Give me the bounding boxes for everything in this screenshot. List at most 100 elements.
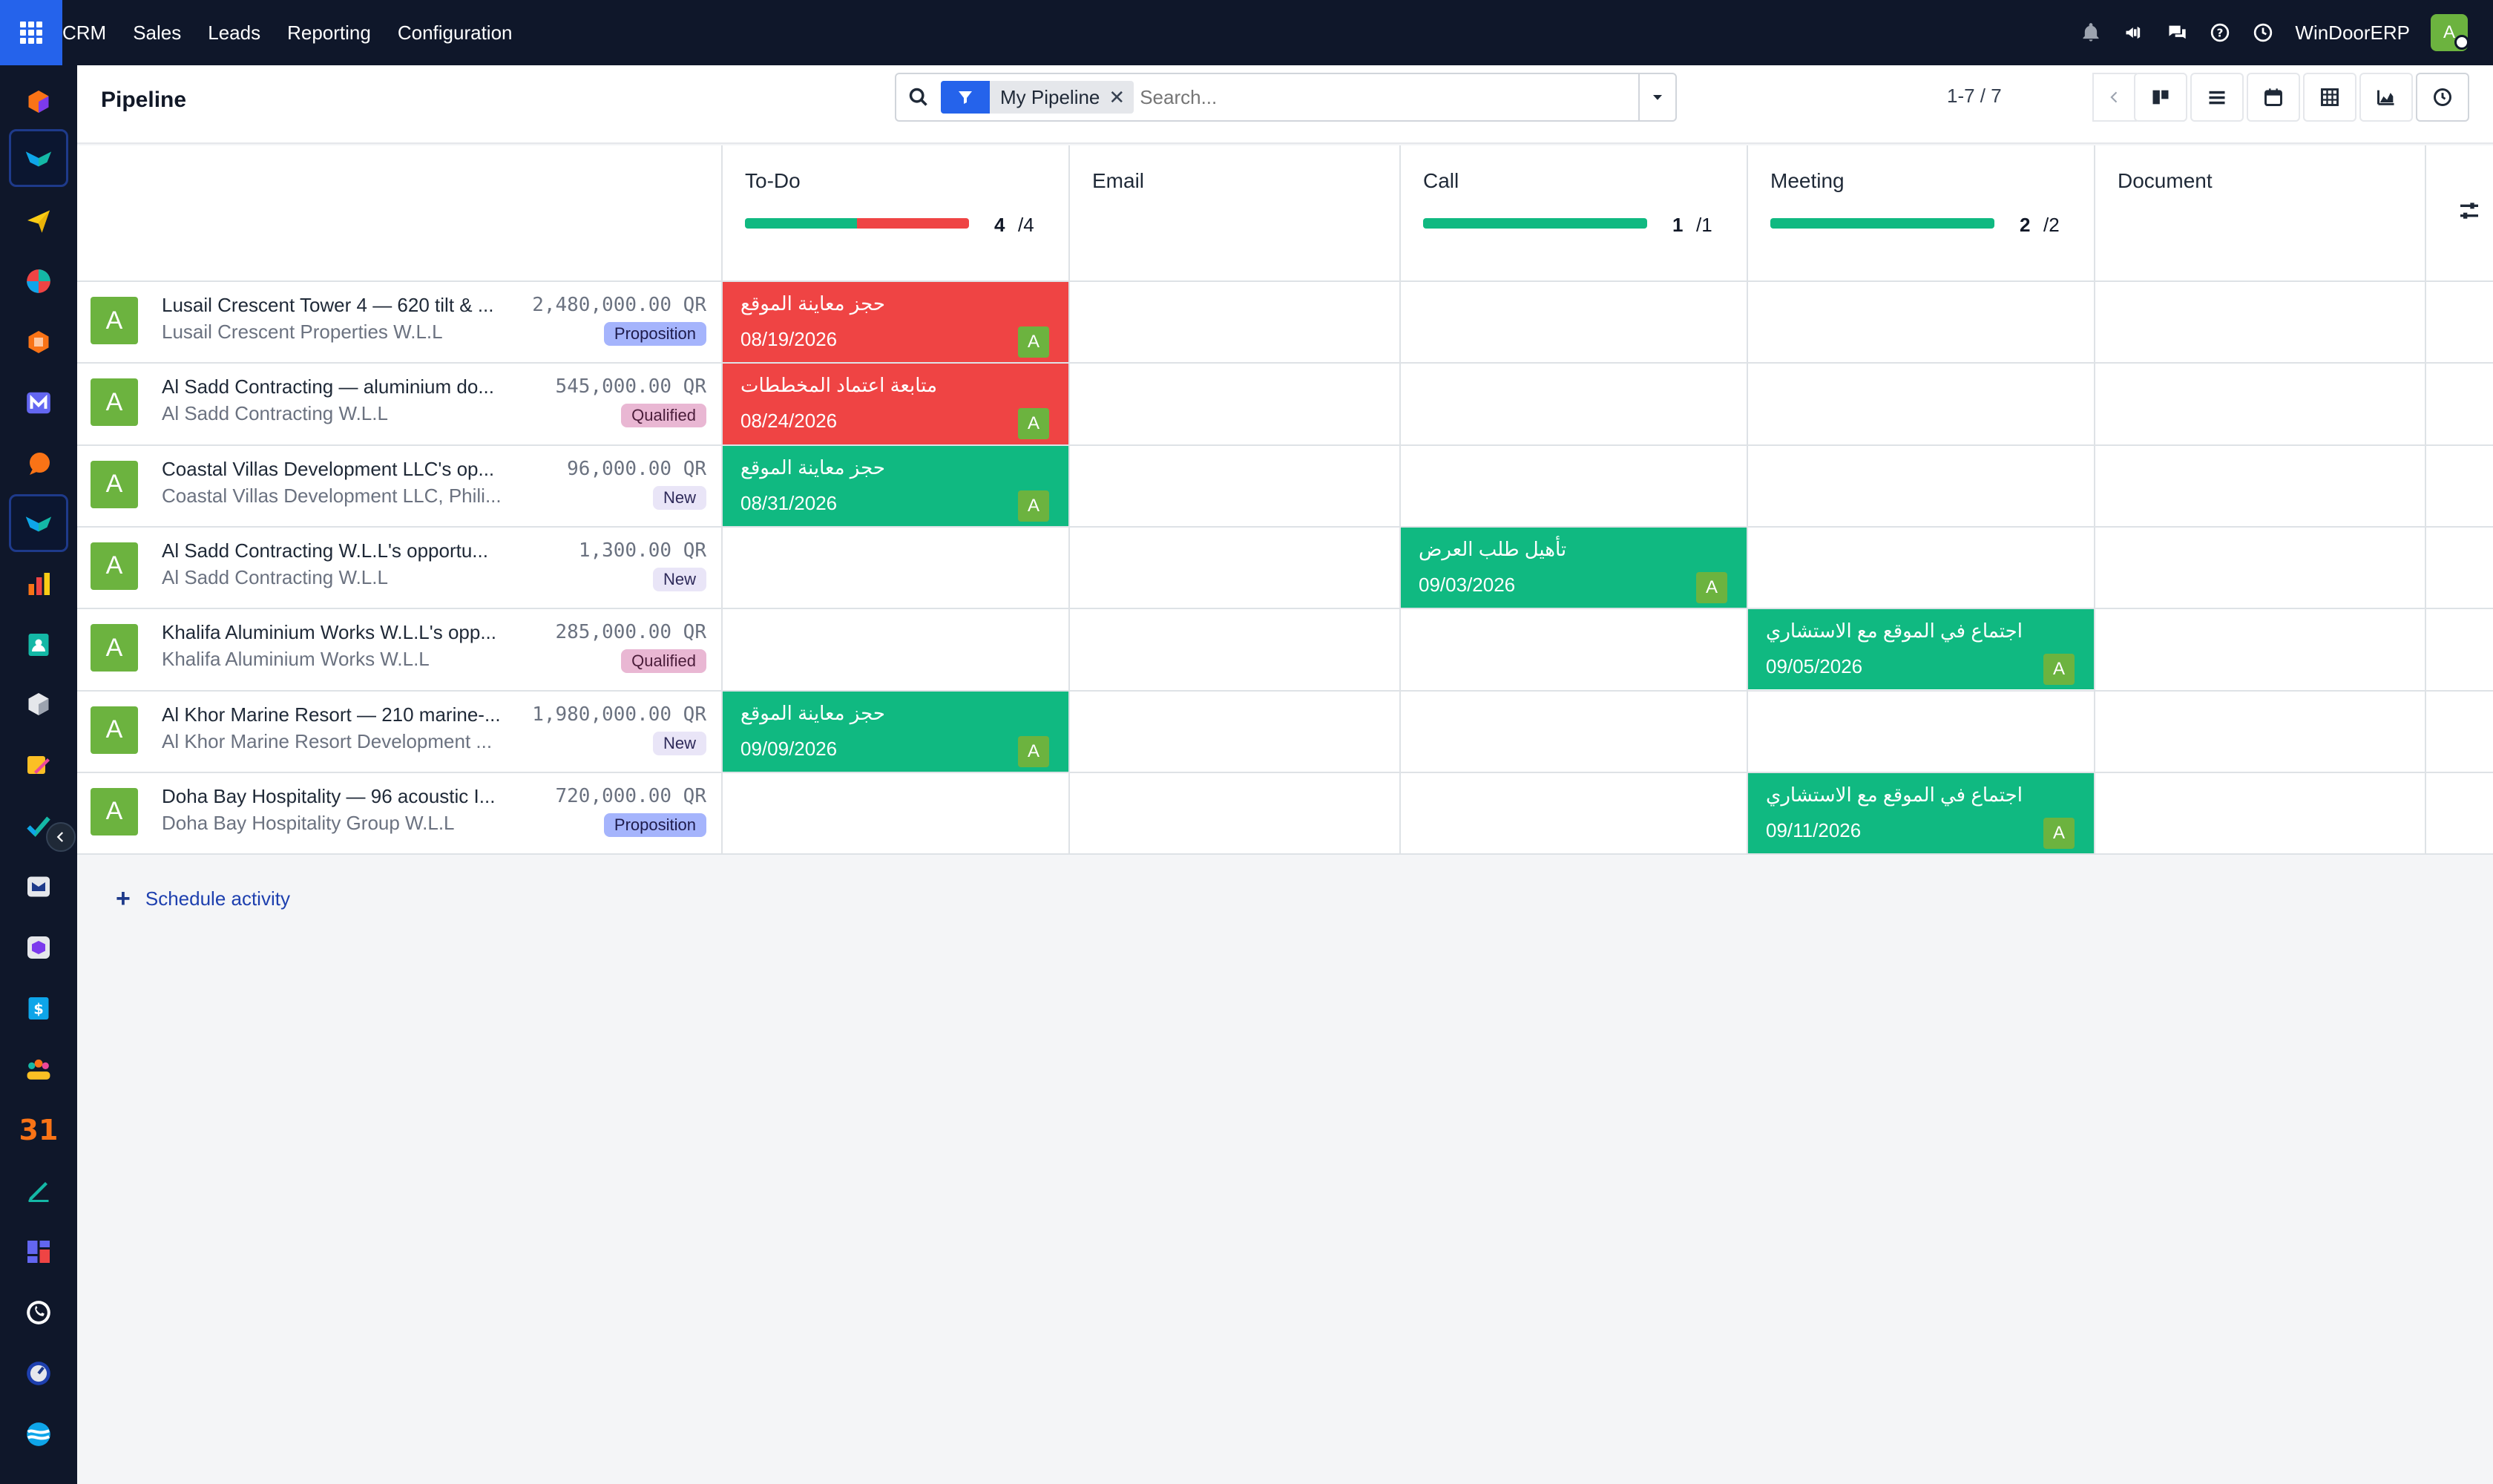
sidebar-app-pie[interactable]: [9, 252, 68, 310]
sidebar-app-sign[interactable]: [9, 736, 68, 794]
column-header-meeting[interactable]: Meeting: [1770, 169, 1845, 193]
lead-name[interactable]: Al Khor Marine Resort — 210 marine-...: [162, 703, 518, 726]
lead-name[interactable]: Al Sadd Contracting — aluminium do...: [162, 375, 518, 398]
grid-icon: [20, 22, 42, 44]
menu-reporting[interactable]: Reporting: [274, 0, 384, 65]
activity-cell-planned[interactable]: حجز معاينة الموقع 09/09/2026 A: [723, 691, 1068, 772]
activity-assignee-avatar: A: [2043, 654, 2075, 686]
sidebar-app-crm-2[interactable]: [9, 494, 68, 552]
contacts-icon: [28, 634, 49, 656]
sidebar-app-inventory[interactable]: [9, 919, 68, 976]
activity-cell-overdue[interactable]: متابعة اعتماد المخططات 08/24/2026 A: [723, 364, 1068, 444]
activity-cell-planned[interactable]: اجتماع في الموقع مع الاستشاري 09/05/2026 A: [1748, 609, 2094, 690]
lead-row[interactable]: A Khalifa Aluminium Works W.L.L's opp... K…: [77, 609, 720, 689]
menu-sales[interactable]: Sales: [119, 0, 194, 65]
help-icon[interactable]: ?: [2209, 22, 2231, 44]
sidebar-app-mail[interactable]: [9, 374, 68, 432]
user-avatar[interactable]: A: [2431, 14, 2469, 51]
menu-configuration[interactable]: Configuration: [384, 0, 526, 65]
lead-avatar: A: [91, 542, 138, 590]
lead-partner: Khalifa Aluminium Works W.L.L: [162, 648, 430, 671]
sidebar-app-chart[interactable]: [9, 555, 68, 613]
chat-icon[interactable]: [2166, 22, 2188, 44]
sidebar-app-crm[interactable]: [9, 129, 68, 187]
lead-row[interactable]: A Doha Bay Hospitality — 96 acoustic I...…: [77, 773, 720, 853]
activity-view-button[interactable]: [2416, 73, 2469, 122]
remove-filter-icon[interactable]: ✕: [1108, 86, 1134, 109]
menu-leads[interactable]: Leads: [194, 0, 274, 65]
activity-cell-overdue[interactable]: حجز معاينة الموقع 08/19/2026 A: [723, 282, 1068, 363]
column-header-to-do[interactable]: To-Do: [745, 169, 801, 193]
kanban-view-button[interactable]: [2134, 73, 2187, 122]
area-chart-icon: [2377, 90, 2394, 105]
sidebar-app-calendar[interactable]: 31: [9, 1101, 68, 1159]
sidebar-app-invoice[interactable]: $: [9, 979, 68, 1037]
pager-previous-button[interactable]: [2092, 73, 2137, 122]
lead-partner: Coastal Villas Development LLC, Phili...: [162, 484, 502, 507]
clock-icon[interactable]: [2252, 22, 2274, 44]
pager-value[interactable]: 1-7 / 7: [1947, 85, 2002, 108]
lead-expected-revenue: 720,000.00 QR: [555, 784, 707, 807]
lead-name[interactable]: Doha Bay Hospitality — 96 acoustic I...: [162, 785, 518, 808]
app-menu-button[interactable]: [0, 0, 62, 65]
sidebar-app-dashboard[interactable]: [9, 1223, 68, 1281]
sidebar-app-compass[interactable]: [9, 1345, 68, 1402]
sidebar-app-whatsapp[interactable]: [9, 1284, 68, 1342]
sidebar-app-knowledge[interactable]: [9, 858, 68, 916]
column-divider: [1068, 145, 1070, 854]
activity-cell-planned[interactable]: تأهيل طلب العرض 09/03/2026 A: [1401, 527, 1747, 608]
lead-name[interactable]: Lusail Crescent Tower 4 — 620 tilt & ...: [162, 294, 518, 317]
search-icon[interactable]: [896, 74, 941, 120]
search-input[interactable]: [1140, 79, 1638, 116]
activity-summary: اجتماع في الموقع مع الاستشاري: [1766, 783, 2023, 806]
settings-sliders-icon[interactable]: [2456, 197, 2483, 224]
lead-expected-revenue: 1,300.00 QR: [578, 539, 706, 562]
column-header-email[interactable]: Email: [1092, 169, 1144, 193]
activity-assignee-avatar: A: [1018, 735, 1049, 767]
lead-row[interactable]: A Al Khor Marine Resort — 210 marine-... A…: [77, 692, 720, 772]
filter-facet[interactable]: My Pipeline ✕: [941, 81, 1134, 114]
activity-summary: اجتماع في الموقع مع الاستشاري: [1766, 620, 2023, 643]
sidebar-app-send[interactable]: [9, 191, 68, 249]
activity-deadline: 09/11/2026: [1766, 818, 1862, 841]
calendar-view-button[interactable]: [2247, 73, 2300, 122]
activity-progress-bar[interactable]: [745, 218, 969, 229]
paper-plane-icon: [27, 210, 50, 233]
search-options-toggle[interactable]: [1638, 74, 1675, 120]
lead-name[interactable]: Khalifa Aluminium Works W.L.L's opp...: [162, 621, 518, 644]
sidebar-app-contacts[interactable]: [9, 616, 68, 674]
sidebar-app-team[interactable]: [9, 1040, 68, 1098]
pivot-view-button[interactable]: [2303, 73, 2356, 122]
column-header-call[interactable]: Call: [1423, 169, 1459, 193]
lead-name[interactable]: Al Sadd Contracting W.L.L's opportu...: [162, 539, 518, 562]
lead-name[interactable]: Coastal Villas Development LLC's op...: [162, 458, 518, 481]
bell-icon[interactable]: [2080, 22, 2102, 44]
column-header-document[interactable]: Document: [2118, 169, 2213, 193]
lead-row[interactable]: A Al Sadd Contracting — aluminium do... Al…: [77, 364, 720, 444]
graph-view-button[interactable]: [2359, 73, 2413, 122]
activity-count: 1: [1672, 214, 1684, 236]
sidebar-app-package[interactable]: [9, 675, 68, 733]
sidebar-app-task[interactable]: [9, 797, 68, 855]
activity-progress-bar[interactable]: [1770, 218, 1994, 229]
activity-cell-planned[interactable]: حجز معاينة الموقع 08/31/2026 A: [723, 445, 1068, 526]
activity-progress-bar[interactable]: [1423, 218, 1647, 229]
menu-brand-crm[interactable]: CRM: [62, 0, 119, 65]
package-icon: [28, 693, 49, 715]
activity-summary: حجز معاينة الموقع: [740, 292, 885, 315]
schedule-activity-button[interactable]: + Schedule activity: [116, 884, 290, 913]
sidebar-app-livechat[interactable]: [9, 435, 68, 493]
sidebar-app-discuss[interactable]: [9, 1405, 68, 1463]
lead-row[interactable]: A Coastal Villas Development LLC's op... C…: [77, 446, 720, 526]
sidebar-app-cube[interactable]: [9, 73, 68, 131]
sidebar-app-pen[interactable]: [9, 1162, 68, 1220]
activity-cell-planned[interactable]: اجتماع في الموقع مع الاستشاري 09/11/2026 A: [1748, 772, 2094, 854]
sidebar-app-box[interactable]: [9, 313, 68, 371]
megaphone-icon[interactable]: [2123, 22, 2145, 44]
lead-row[interactable]: A Lusail Crescent Tower 4 — 620 tilt & ..…: [77, 282, 720, 362]
activity-deadline: 09/09/2026: [740, 737, 838, 760]
list-view-button[interactable]: [2190, 73, 2244, 122]
lead-row[interactable]: A Al Sadd Contracting W.L.L's opportu... A…: [77, 528, 720, 608]
company-name[interactable]: WinDoorERP: [2295, 22, 2410, 45]
mail-icon: [27, 392, 50, 414]
